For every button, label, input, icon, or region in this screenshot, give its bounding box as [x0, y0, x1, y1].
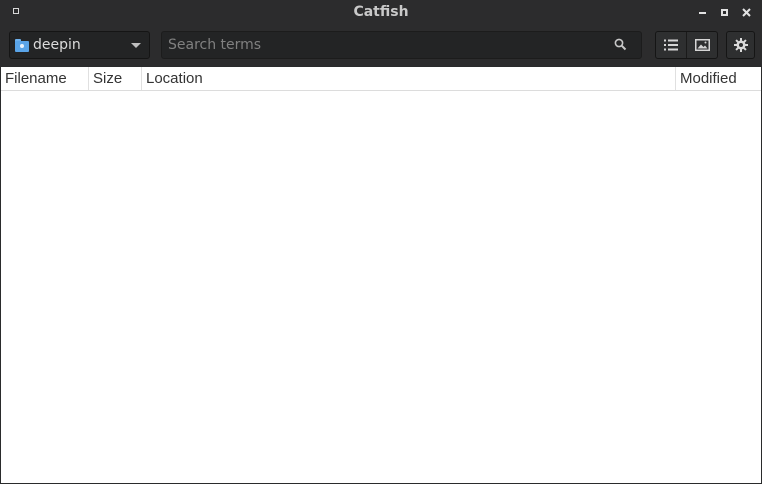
column-header-modified[interactable]: Modified [676, 67, 761, 90]
column-header-size[interactable]: Size [89, 67, 142, 90]
list-view-button[interactable] [656, 32, 687, 58]
search-input[interactable] [162, 32, 613, 58]
maximize-button[interactable] [716, 4, 732, 20]
gear-icon [733, 38, 748, 52]
settings-button[interactable] [726, 31, 755, 59]
close-icon [741, 7, 751, 17]
thumbnail-view-button[interactable] [687, 32, 717, 58]
search-icon[interactable] [613, 37, 629, 53]
folder-selector-label: deepin [33, 37, 81, 53]
chevron-down-icon [131, 42, 141, 48]
search-field[interactable] [161, 31, 642, 59]
window-title: Catfish [353, 4, 409, 20]
folder-icon [15, 38, 29, 52]
view-mode-toggle [655, 31, 718, 59]
results-header: Filename Size Location Modified [1, 67, 761, 91]
minimize-button[interactable] [694, 4, 710, 20]
toolbar: deepin [0, 24, 762, 66]
close-button[interactable] [738, 4, 754, 20]
list-view-icon [664, 39, 678, 51]
column-header-filename[interactable]: Filename [1, 67, 89, 90]
maximize-icon [720, 8, 728, 16]
column-header-location[interactable]: Location [142, 67, 676, 90]
minimize-icon [698, 11, 706, 14]
thumbnail-view-icon [694, 39, 710, 51]
results-list[interactable]: Filename Size Location Modified [1, 67, 761, 483]
folder-selector[interactable]: deepin [9, 31, 150, 59]
catfish-window: Catfish deepin Search terms Filename Siz… [0, 0, 762, 484]
title-bar[interactable]: Catfish [0, 0, 762, 24]
